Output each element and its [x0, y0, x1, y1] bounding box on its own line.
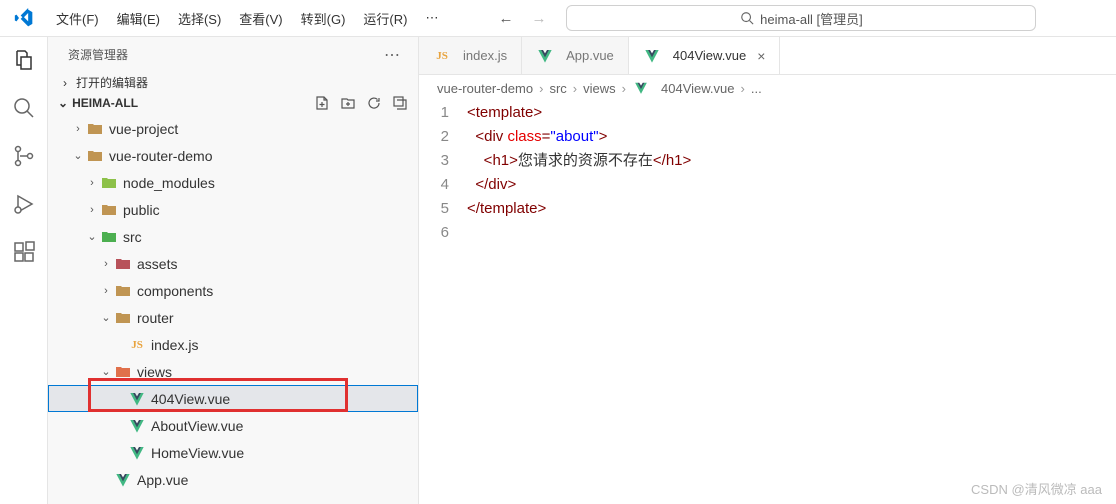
tree-item-src[interactable]: ⌄src	[48, 223, 418, 250]
chevron-icon: ⌄	[70, 149, 86, 162]
root-folder-header[interactable]: ⌄ HEIMA-ALL	[48, 93, 418, 113]
chevron-icon: ⌄	[98, 311, 114, 324]
nav-forward-icon[interactable]: →	[531, 10, 546, 27]
folder-red-icon	[114, 309, 132, 327]
open-editors-section[interactable]: › 打开的编辑器	[48, 72, 418, 93]
tree-item-aboutview[interactable]: AboutView.vue	[48, 412, 418, 439]
tree-item-public[interactable]: ›public	[48, 196, 418, 223]
tree-item-node_modules[interactable]: ›node_modules	[48, 169, 418, 196]
folder-red-icon	[100, 201, 118, 219]
chevron-icon: ›	[84, 177, 100, 189]
tree-item-components[interactable]: ›components	[48, 277, 418, 304]
tab-index-js[interactable]: JSindex.js	[419, 37, 522, 74]
vue-icon	[114, 471, 132, 489]
command-center-text: heima-all [管理员]	[760, 9, 863, 28]
source-control-icon[interactable]	[11, 143, 37, 169]
tree-item-appvue[interactable]: App.vue	[48, 466, 418, 493]
vscode-logo-icon	[0, 8, 48, 28]
collapse-icon[interactable]	[392, 95, 408, 111]
new-folder-icon[interactable]	[340, 95, 356, 111]
js-icon: JS	[128, 336, 146, 354]
extensions-icon[interactable]	[11, 239, 37, 265]
tree-item-homeview[interactable]: HomeView.vue	[48, 439, 418, 466]
menu-go[interactable]: 转到(G)	[293, 5, 354, 32]
command-center[interactable]: heima-all [管理员]	[566, 5, 1036, 31]
nm-icon	[100, 174, 118, 192]
tree-item-views[interactable]: ⌄views	[48, 358, 418, 385]
chevron-right-icon: ›	[58, 76, 72, 90]
sidebar-title: 资源管理器	[68, 46, 128, 63]
folder-icon	[86, 147, 104, 165]
vue-icon	[536, 47, 554, 65]
tab-404View-vue[interactable]: 404View.vue×	[629, 37, 781, 74]
vue-icon	[128, 390, 146, 408]
folder-red-icon	[114, 282, 132, 300]
menu-select[interactable]: 选择(S)	[170, 5, 229, 32]
debug-icon[interactable]	[11, 191, 37, 217]
tree-item-index-js[interactable]: JSindex.js	[48, 331, 418, 358]
menu-run[interactable]: 运行(R)	[355, 5, 415, 32]
new-file-icon[interactable]	[314, 95, 330, 111]
vue-icon	[632, 79, 650, 97]
chevron-icon: ⌄	[98, 365, 114, 378]
sidebar-more-icon[interactable]: ⋯	[384, 45, 400, 65]
breadcrumbs[interactable]: vue-router-demo› src› views› 404View.vue…	[419, 75, 1116, 101]
assets-icon	[114, 255, 132, 273]
chevron-icon: ›	[98, 258, 114, 270]
folder-icon	[86, 120, 104, 138]
explorer-icon[interactable]	[11, 47, 37, 73]
menu-edit[interactable]: 编辑(E)	[109, 5, 168, 32]
vue-icon	[128, 444, 146, 462]
views-icon	[114, 363, 132, 381]
menu-view[interactable]: 查看(V)	[231, 5, 290, 32]
vue-icon	[128, 417, 146, 435]
search-icon	[740, 11, 754, 25]
code-editor[interactable]: 123456 <template> <div class="about"> <h…	[419, 101, 1116, 245]
chevron-icon: ›	[84, 204, 100, 216]
tree-item-vue-router-demo[interactable]: ⌄vue-router-demo	[48, 142, 418, 169]
nav-back-icon[interactable]: ←	[498, 10, 513, 27]
chevron-down-icon: ⌄	[58, 96, 68, 110]
tree-item-404view[interactable]: 404View.vue	[48, 385, 418, 412]
refresh-icon[interactable]	[366, 95, 382, 111]
tab-App-vue[interactable]: App.vue	[522, 37, 629, 74]
chevron-icon: ⌄	[84, 230, 100, 243]
js-icon: JS	[433, 47, 451, 65]
chevron-icon: ›	[70, 123, 86, 135]
chevron-icon: ›	[98, 285, 114, 297]
menu-more-icon[interactable]: ⋯	[415, 6, 448, 30]
watermark: CSDN @清风微凉 aaa	[971, 479, 1102, 498]
vue-icon	[643, 47, 661, 65]
src-icon	[100, 228, 118, 246]
close-icon[interactable]: ×	[757, 48, 765, 64]
menu-file[interactable]: 文件(F)	[48, 5, 107, 32]
search-activity-icon[interactable]	[11, 95, 37, 121]
tree-item-assets[interactable]: ›assets	[48, 250, 418, 277]
tree-item-router[interactable]: ⌄router	[48, 304, 418, 331]
tree-item-vue-project[interactable]: ›vue-project	[48, 115, 418, 142]
